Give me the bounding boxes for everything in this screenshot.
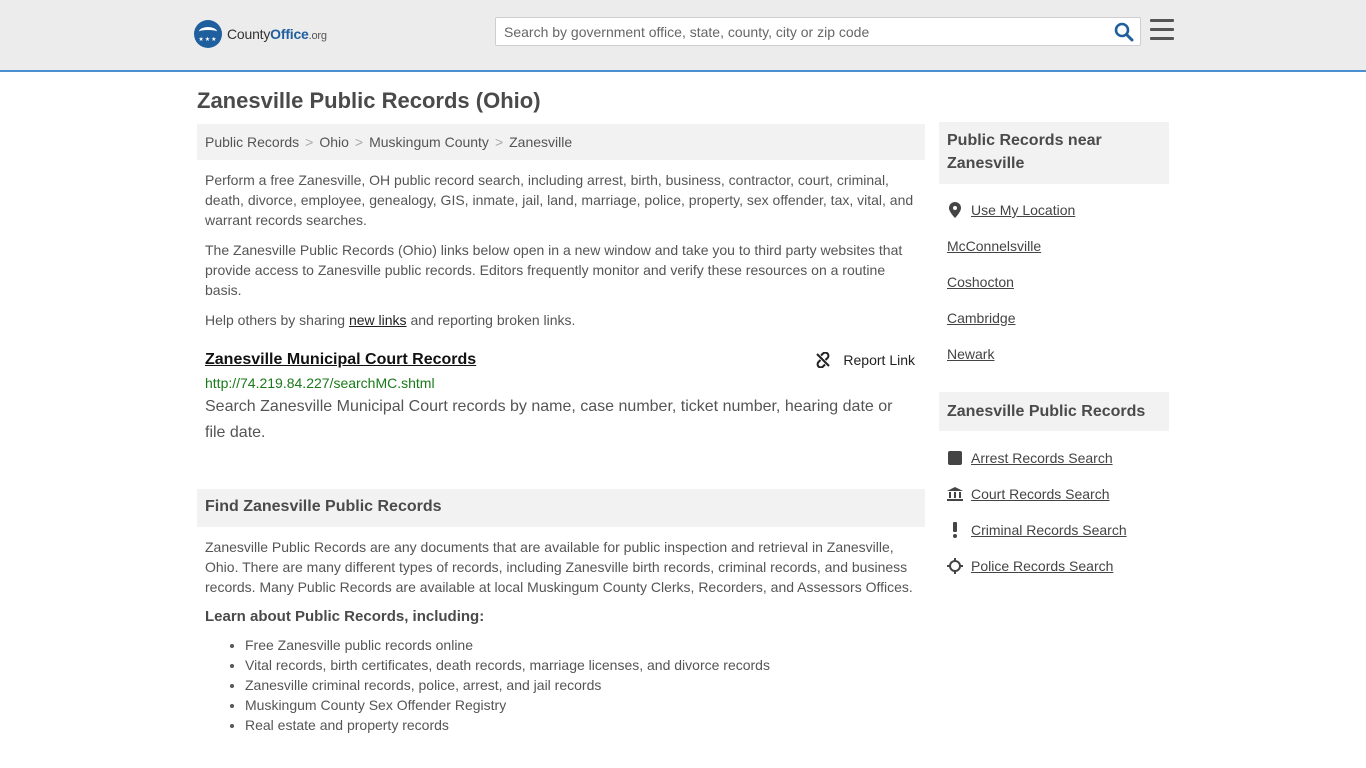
square-icon: [947, 450, 963, 466]
broken-link-icon: [816, 352, 831, 368]
arrest-records-link[interactable]: Arrest Records Search: [971, 450, 1113, 466]
nearby-item-cambridge[interactable]: Cambridge: [947, 300, 1161, 336]
countyoffice-logo[interactable]: ★★★ CountyOffice.org: [194, 20, 327, 48]
criminal-records-item[interactable]: Criminal Records Search: [947, 512, 1161, 548]
police-records-item[interactable]: Police Records Search: [947, 548, 1161, 584]
share-links-paragraph: Help others by sharing new links and rep…: [205, 312, 576, 328]
find-records-paragraph: Zanesville Public Records are any docume…: [205, 539, 913, 595]
breadcrumb: Public Records > Ohio > Muskingum County > Zan…: [197, 124, 925, 160]
top-header: ★★★ CountyOffice.org: [0, 0, 1366, 72]
breadcrumb-zanesville[interactable]: Zanesville: [509, 134, 572, 150]
courthouse-icon: [947, 486, 963, 502]
find-records-heading: Find Zanesville Public Records: [197, 489, 925, 527]
record-description: Search Zanesville Municipal Court record…: [205, 398, 893, 441]
nearby-list: Use My Location McConnelsville Coshocton…: [939, 192, 1169, 372]
court-records-item[interactable]: Court Records Search: [947, 476, 1161, 512]
arrest-records-item[interactable]: Arrest Records Search: [947, 440, 1161, 476]
nearby-link[interactable]: McConnelsville: [947, 238, 1041, 254]
breadcrumb-ohio[interactable]: Ohio: [319, 134, 349, 150]
sidebar: Public Records near Zanesville Use My Lo…: [939, 122, 1169, 584]
logo-eagle-icon: ★★★: [194, 20, 222, 48]
learn-list: Free Zanesville public records online Vi…: [197, 635, 925, 735]
search-input[interactable]: [496, 18, 1106, 45]
search-bar: [495, 17, 1141, 46]
list-item: Muskingum County Sex Offender Registry: [245, 695, 925, 715]
breadcrumb-public-records[interactable]: Public Records: [205, 134, 299, 150]
records-list: Arrest Records Search Court Records Sear…: [939, 440, 1169, 584]
disclaimer-paragraph: The Zanesville Public Records (Ohio) lin…: [205, 242, 903, 298]
map-marker-icon: [947, 202, 963, 218]
record-title-link[interactable]: Zanesville Municipal Court Records: [205, 351, 476, 368]
court-records-link[interactable]: Court Records Search: [971, 486, 1110, 502]
list-item: Zanesville criminal records, police, arr…: [245, 675, 925, 695]
nearby-link[interactable]: Coshocton: [947, 274, 1014, 290]
search-icon[interactable]: [1114, 22, 1134, 42]
list-item: Vital records, birth certificates, death…: [245, 655, 925, 675]
crosshair-icon: [947, 558, 963, 574]
record-entry: Zanesville Municipal Court Records Repor…: [197, 351, 925, 446]
main-content: Public Records > Ohio > Muskingum County > Zan…: [197, 124, 925, 735]
new-links-link[interactable]: new links: [349, 312, 407, 328]
nearby-link[interactable]: Newark: [947, 346, 994, 362]
use-location-link[interactable]: Use My Location: [971, 202, 1075, 218]
zanesville-records-heading: Zanesville Public Records: [939, 392, 1169, 431]
page-title: Zanesville Public Records (Ohio): [197, 88, 541, 113]
nearby-item-coshocton[interactable]: Coshocton: [947, 264, 1161, 300]
breadcrumb-muskingum-county[interactable]: Muskingum County: [369, 134, 489, 150]
nearby-item-newark[interactable]: Newark: [947, 336, 1161, 372]
use-location-item[interactable]: Use My Location: [947, 192, 1161, 228]
report-link-button[interactable]: Report Link: [815, 352, 915, 368]
hamburger-menu-icon[interactable]: [1150, 19, 1174, 41]
nearby-records-heading: Public Records near Zanesville: [939, 122, 1169, 184]
learn-heading: Learn about Public Records, including:: [205, 608, 485, 625]
intro-paragraph: Perform a free Zanesville, OH public rec…: [205, 172, 914, 228]
exclamation-icon: [947, 522, 963, 538]
record-url: http://74.219.84.227/searchMC.shtml: [205, 375, 435, 391]
criminal-records-link[interactable]: Criminal Records Search: [971, 522, 1127, 538]
police-records-link[interactable]: Police Records Search: [971, 558, 1113, 574]
nearby-link[interactable]: Cambridge: [947, 310, 1015, 326]
logo-text: CountyOffice.org: [227, 26, 327, 42]
list-item: Real estate and property records: [245, 715, 925, 735]
nearby-item-mcconnelsville[interactable]: McConnelsville: [947, 228, 1161, 264]
list-item: Free Zanesville public records online: [245, 635, 925, 655]
